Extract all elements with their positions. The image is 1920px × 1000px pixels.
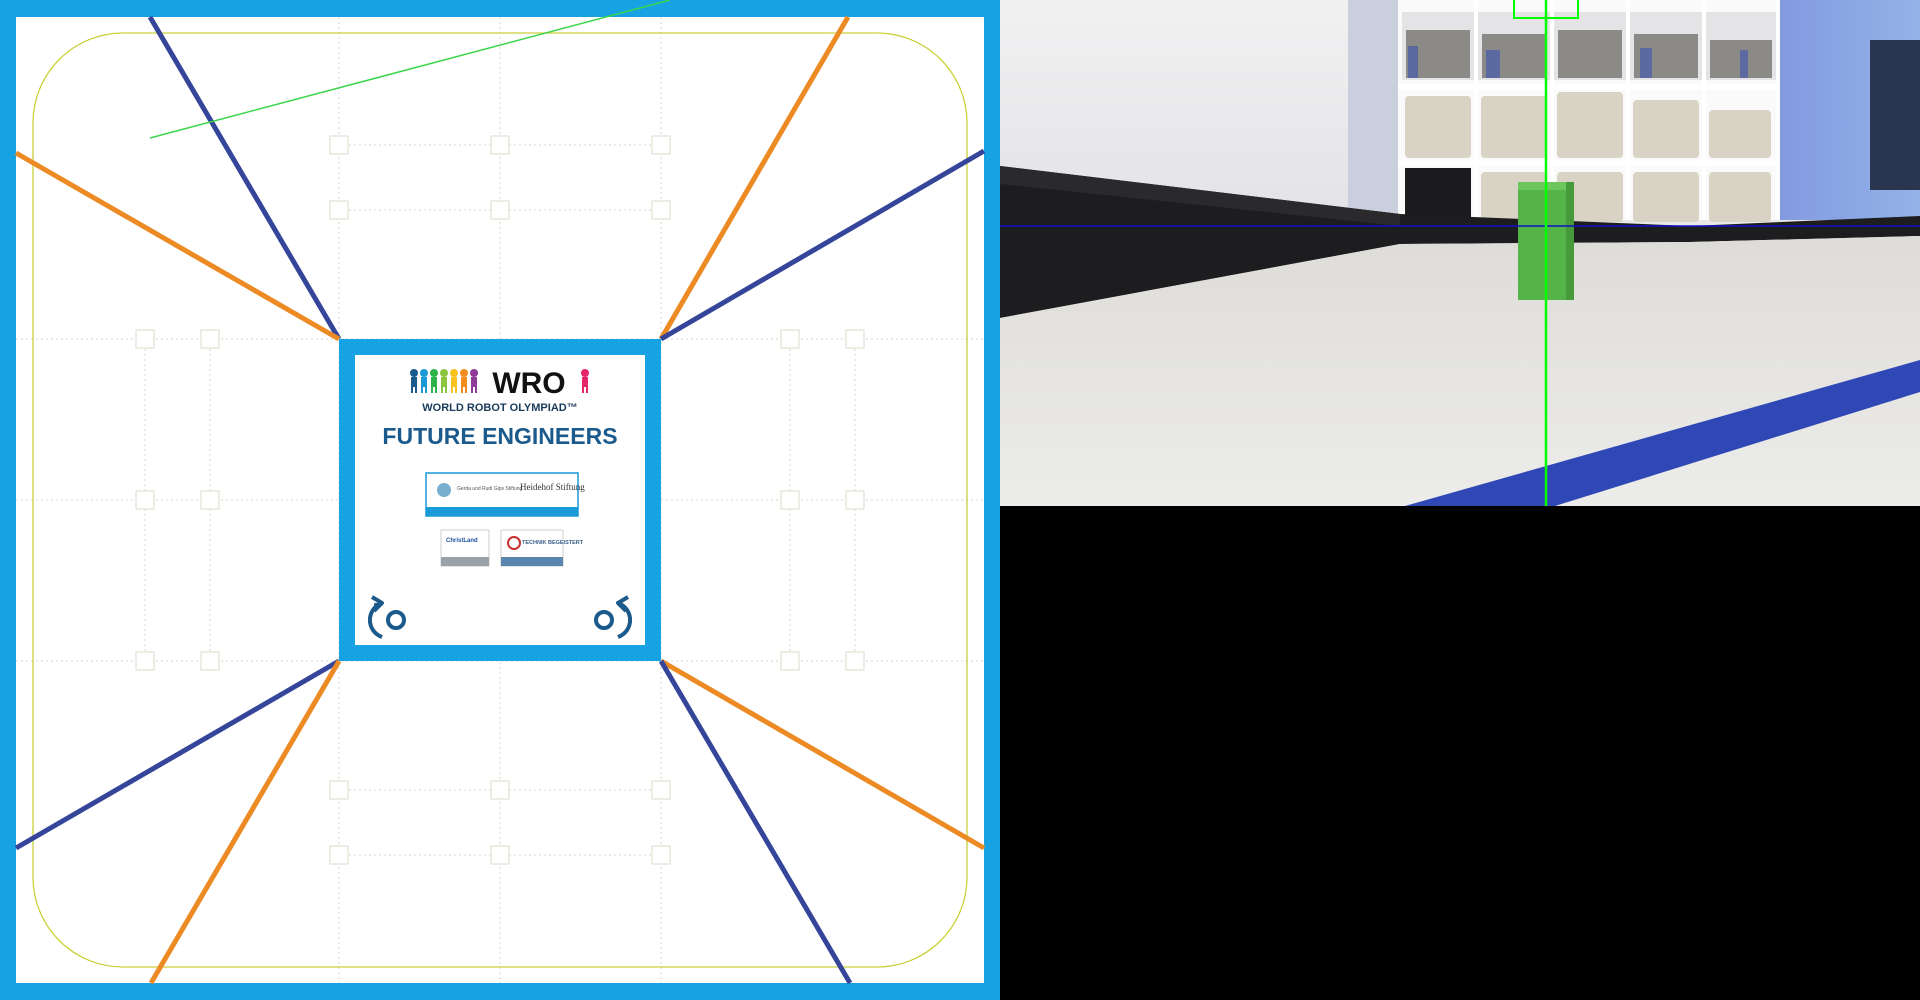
field-map-canvas: WRO WORLD ROBOT OLYMPIAD™ FUTURE ENGINEE…: [0, 0, 1000, 1000]
sponsor-small-left-name: ChristLand: [446, 538, 478, 544]
window-blinds: [1870, 40, 1920, 190]
field-map: WRO WORLD ROBOT OLYMPIAD™ FUTURE ENGINEE…: [0, 0, 1000, 1000]
sponsor-banner: Gerda und Rudi Gips Stiftung Heidehof St…: [425, 472, 585, 517]
app-root: WRO WORLD ROBOT OLYMPIAD™ FUTURE ENGINEE…: [0, 0, 1920, 1000]
sponsor-small-left: ChristLand: [440, 529, 490, 567]
category-title: FUTURE ENGINEERS: [382, 423, 617, 449]
wro-brand: WRO: [492, 367, 565, 400]
glass-door: [1348, 0, 1398, 220]
sponsor-right-name: Heidehof Stiftung: [520, 482, 585, 492]
sponsor-small-right-name: TECHNIK BEGEISTERT: [522, 540, 584, 546]
sponsor-left-name: Gerda und Rudi Gips Stiftung: [457, 486, 523, 492]
camera-frame: [1000, 0, 1920, 506]
empty-panel: [1000, 506, 1920, 1000]
wro-tagline: WORLD ROBOT OLYMPIAD™: [422, 402, 577, 414]
sponsor-logo-icon: [437, 483, 451, 497]
bookshelf: [1398, 0, 1780, 222]
camera-view: [1000, 0, 1920, 506]
